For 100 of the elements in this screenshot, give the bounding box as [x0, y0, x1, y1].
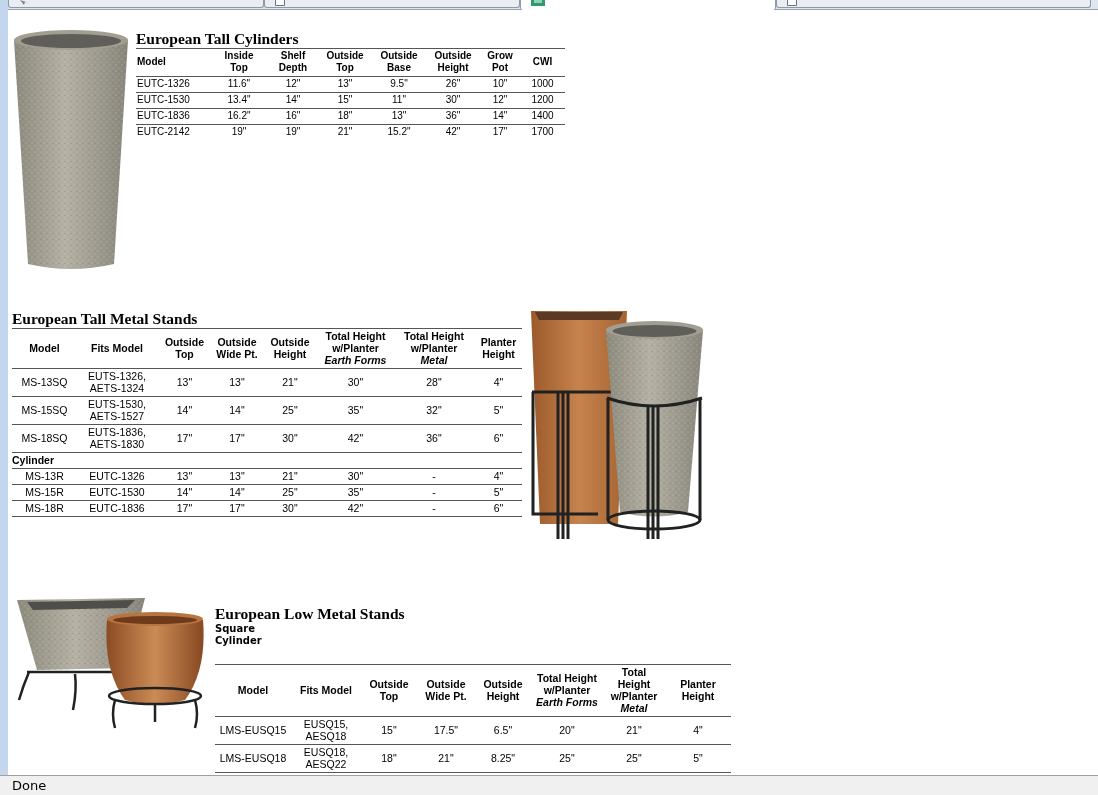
- table-cell: 17": [212, 424, 262, 453]
- table-cell: 15.2": [372, 124, 426, 140]
- table-cell: -: [393, 468, 475, 485]
- page-icon: [787, 0, 797, 6]
- status-text: Done: [12, 778, 47, 793]
- table-cell: 26": [426, 76, 480, 93]
- table-cell: 4": [475, 368, 522, 397]
- browser-tab[interactable]: [8, 0, 264, 8]
- column-header: CWI: [520, 48, 565, 77]
- table-cell: 17.5": [417, 716, 475, 745]
- table-cell: 1000: [520, 76, 565, 93]
- table-cell: 36": [426, 108, 480, 125]
- table-cell: 8.25": [475, 744, 531, 773]
- subtitle: Cylinder: [215, 635, 263, 647]
- table-cell: 13": [157, 368, 212, 397]
- column-header: Outside Top: [157, 328, 212, 369]
- table-cell: 17": [157, 424, 212, 453]
- table-cell: 14": [157, 396, 212, 425]
- table-cell: 30": [318, 368, 393, 397]
- table-cell: EUSQ15, AESQ18: [291, 716, 361, 745]
- arrow-icon: [19, 0, 30, 6]
- table-cell: 42": [318, 500, 393, 517]
- table-cell: 6.5": [475, 716, 531, 745]
- column-header: Planter Height: [665, 664, 731, 717]
- table-cell: MS-18R: [12, 500, 77, 517]
- browser-tab[interactable]: [776, 0, 1091, 8]
- table-cell: 12": [268, 76, 318, 93]
- table-cell: 14": [212, 396, 262, 425]
- table-cell: LMS-EUSQ18: [215, 744, 291, 773]
- subtitle: Square: [215, 623, 256, 635]
- table-cell: 28": [393, 368, 475, 397]
- table-cell: MS-18SQ: [12, 424, 77, 453]
- table-cell: MS-15R: [12, 484, 77, 501]
- table-cell: 13": [318, 76, 372, 93]
- column-header: Total Height w/Planter Earth Forms: [531, 664, 603, 717]
- table-cell: 21": [262, 368, 318, 397]
- browser-tab[interactable]: [264, 0, 520, 8]
- table-cell: EUSQ18, AESQ22: [291, 744, 361, 773]
- table-cell: 21": [417, 744, 475, 773]
- table-cell: 17": [212, 500, 262, 517]
- column-header: Outside Top: [318, 48, 372, 77]
- table-cell: MS-13SQ: [12, 368, 77, 397]
- table-cell: 30": [262, 500, 318, 517]
- table-cell: EUTC-1530: [77, 484, 157, 501]
- column-header: Model: [136, 48, 210, 77]
- column-header: Inside Top: [210, 48, 268, 77]
- column-header: Fits Model: [77, 328, 157, 369]
- table-cell: 13": [212, 468, 262, 485]
- table-cell: 13": [212, 368, 262, 397]
- column-header: Model: [12, 328, 77, 369]
- table-cell: 36": [393, 424, 475, 453]
- table-cell: 16.2": [210, 108, 268, 125]
- table-cell: 14": [212, 484, 262, 501]
- table-cell: EUTS-1326, AETS-1324: [77, 368, 157, 397]
- table-cell: 1200: [520, 92, 565, 109]
- table-cell: 18": [361, 744, 417, 773]
- table-cell: 6": [475, 424, 522, 453]
- table-cell: LMS-EUSQ15: [215, 716, 291, 745]
- table-cell: 12": [480, 92, 520, 109]
- table-cell: 14": [480, 108, 520, 125]
- table-cell: 10": [480, 76, 520, 93]
- table-cell: 15": [318, 92, 372, 109]
- column-header: Outside Wide Pt.: [212, 328, 262, 369]
- column-header: Shelf Depth: [268, 48, 318, 77]
- table-cell: 19": [210, 124, 268, 140]
- table-cell: 18": [318, 108, 372, 125]
- section-title: European Tall Metal Stands: [12, 310, 199, 328]
- table-cell: EUTS-1530, AETS-1527: [77, 396, 157, 425]
- table-cell: 30": [426, 92, 480, 109]
- table-cell: 25": [262, 396, 318, 425]
- table-cell: 15": [361, 716, 417, 745]
- table-cell: EUTC-1326: [77, 468, 157, 485]
- table-cell: MS-15SQ: [12, 396, 77, 425]
- table-cell: 42": [426, 124, 480, 140]
- column-header: Outside Height: [262, 328, 318, 369]
- browser-tab[interactable]: [520, 0, 776, 10]
- table-cell: 5": [475, 484, 522, 501]
- table-cell: 35": [318, 484, 393, 501]
- table-cell: 17": [157, 500, 212, 517]
- table-cell: 30": [262, 424, 318, 453]
- table-cell: 5": [475, 396, 522, 425]
- table-cell: 17": [480, 124, 520, 140]
- table-cell: 11.6": [210, 76, 268, 93]
- table-cell: 1700: [520, 124, 565, 140]
- column-header: Outside Height: [475, 664, 531, 717]
- table-cell: 16": [268, 108, 318, 125]
- table-cell: 13.4": [210, 92, 268, 109]
- table-cell: 13": [372, 108, 426, 125]
- column-header: Total Height w/Planter Metal: [393, 328, 475, 369]
- table-cell: MS-13R: [12, 468, 77, 485]
- table-cell: 9.5": [372, 76, 426, 93]
- table-cell: 1400: [520, 108, 565, 125]
- table-cell: -: [393, 484, 475, 501]
- column-header: Outside Top: [361, 664, 417, 717]
- table-cell: 14": [157, 484, 212, 501]
- table-cell: 25": [603, 744, 665, 773]
- table-cell: 21": [603, 716, 665, 745]
- table-cell: 42": [318, 424, 393, 453]
- table-cell: 4": [475, 468, 522, 485]
- column-header: Total Height w/Planter Earth Forms: [318, 328, 393, 369]
